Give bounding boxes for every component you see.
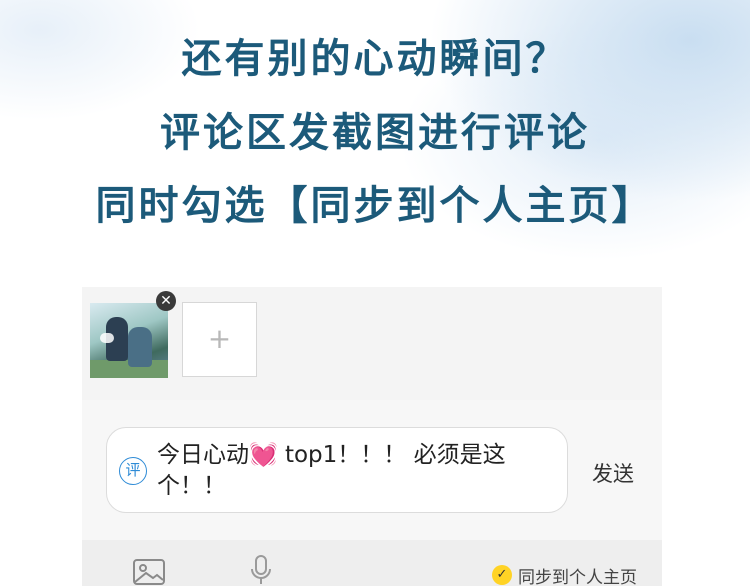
headline-line-3-prefix: 同时勾选 <box>95 183 268 229</box>
input-area: 评 今日心动💓 top1！！！ 必须是这个！！ 发送 <box>82 400 662 540</box>
remove-attachment-button[interactable]: ✕ <box>156 291 176 311</box>
attachment-row: ✕ + <box>82 287 662 400</box>
comment-composer: ✕ + 评 今日心动💓 top1！！！ 必须是这个！！ 发送 ✓ 同步到个人主页 <box>82 287 662 588</box>
attached-screenshot-thumbnail[interactable] <box>90 303 168 378</box>
comment-text: 今日心动💓 top1！！！ 必须是这个！！ <box>157 442 506 499</box>
comment-input[interactable]: 评 今日心动💓 top1！！！ 必须是这个！！ <box>106 427 568 513</box>
headline-line-3: 同时勾选【同步到个人主页】 <box>0 173 750 237</box>
composer-toolbar: ✓ 同步到个人主页 <box>82 540 662 588</box>
add-image-button[interactable]: + <box>182 302 257 377</box>
close-icon: ✕ <box>160 293 172 309</box>
headline-line-2: 评论区发截图进行评论 <box>160 110 590 156</box>
sync-label: 同步到个人主页 <box>518 567 637 588</box>
image-icon[interactable] <box>132 558 166 586</box>
checkmark-icon: ✓ <box>492 565 512 585</box>
comment-badge-icon: 评 <box>119 457 147 485</box>
send-button[interactable]: 发送 <box>592 458 634 488</box>
headline-highlight: 【同步到个人主页】 <box>261 173 663 237</box>
microphone-icon[interactable] <box>248 554 274 586</box>
headline-line-1: 还有别的心动瞬间？ <box>181 36 569 82</box>
sync-to-profile-toggle[interactable]: ✓ 同步到个人主页 <box>492 562 637 588</box>
